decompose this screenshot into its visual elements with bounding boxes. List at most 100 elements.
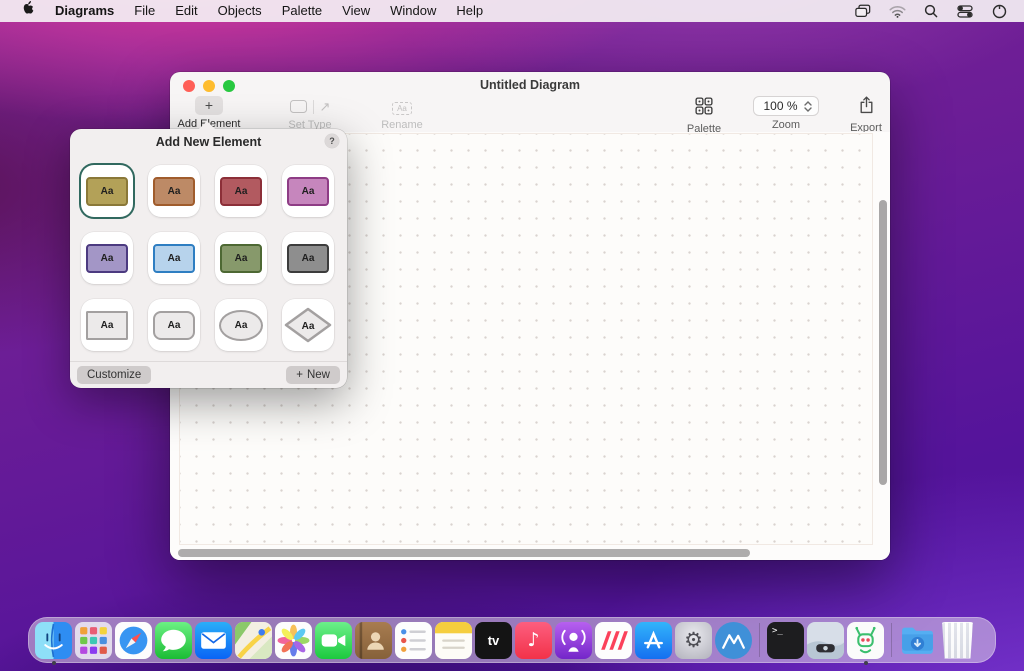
dock-podcasts-icon[interactable]	[555, 622, 592, 659]
dock-finder-icon[interactable]	[35, 622, 72, 659]
new-button[interactable]: + New	[286, 366, 340, 384]
rename-aa-icon: Aa	[392, 102, 412, 115]
menu-help[interactable]: Help	[446, 0, 493, 22]
style-swatch: Aa	[86, 177, 128, 206]
style-swatch: Aa	[86, 244, 128, 273]
zoom-stepper[interactable]	[804, 101, 812, 112]
shape-card-rectangle[interactable]: Aa	[81, 299, 133, 351]
running-indicator	[864, 661, 868, 665]
rename-label: Rename	[362, 119, 442, 131]
search-icon[interactable]	[918, 2, 944, 20]
divider	[313, 100, 314, 114]
dock-robot-app-icon[interactable]	[847, 622, 884, 659]
menu-objects[interactable]: Objects	[208, 0, 272, 22]
gear-glyph: ⚙	[684, 628, 703, 652]
style-card-purple[interactable]: Aa	[81, 232, 133, 284]
shape-card-rounded-rectangle[interactable]: Aa	[148, 299, 200, 351]
menu-palette[interactable]: Palette	[272, 0, 332, 22]
minimize-button[interactable]	[203, 80, 215, 92]
rectangle-shape: Aa	[86, 311, 128, 340]
rounded-rectangle-shape: Aa	[153, 311, 195, 340]
zoom-label: Zoom	[736, 119, 836, 131]
tv-glyph: tv	[488, 633, 500, 648]
dock-trash-icon[interactable]	[939, 622, 976, 659]
share-icon	[859, 96, 874, 114]
style-swatch: Aa	[220, 177, 262, 206]
style-card-magenta[interactable]: Aa	[282, 165, 334, 217]
apple-menu[interactable]	[12, 0, 45, 22]
dock-separator	[891, 623, 892, 657]
assign-arrow-icon: ↗	[320, 99, 331, 114]
dock-photos-icon[interactable]	[275, 622, 312, 659]
dock: tv ♪ ⚙ >_	[28, 617, 996, 663]
palette-grid-icon	[695, 97, 713, 115]
dock-messages-icon[interactable]	[155, 622, 192, 659]
wifi-icon[interactable]	[884, 2, 910, 20]
dock-diagrams-icon[interactable]	[715, 622, 752, 659]
control-center-icon[interactable]	[952, 2, 978, 20]
dock-facetime-icon[interactable]	[315, 622, 352, 659]
rename-button[interactable]: Aa Rename	[362, 98, 442, 131]
window-controls	[183, 80, 235, 92]
running-indicator	[52, 661, 56, 665]
dock-launchpad-icon[interactable]	[75, 622, 112, 659]
style-card-red[interactable]: Aa	[215, 165, 267, 217]
style-swatch: Aa	[287, 177, 329, 206]
new-button-label: New	[307, 369, 330, 381]
dock-music-icon[interactable]: ♪	[515, 622, 552, 659]
zoom-window-button[interactable]	[223, 80, 235, 92]
style-swatch: Aa	[287, 244, 329, 273]
dock-downloads-icon[interactable]	[899, 622, 936, 659]
style-card-green[interactable]: Aa	[215, 232, 267, 284]
style-card-blue[interactable]: Aa	[148, 232, 200, 284]
menu-app-name[interactable]: Diagrams	[45, 0, 124, 22]
plus-icon: +	[296, 369, 303, 381]
shape-card-ellipse[interactable]: Aa	[215, 299, 267, 351]
style-card-olive[interactable]: Aa	[81, 165, 133, 217]
dock-notes-icon[interactable]	[435, 622, 472, 659]
dock-terminal-icon[interactable]: >_	[767, 622, 804, 659]
menu-file[interactable]: File	[124, 0, 165, 22]
style-card-brown[interactable]: Aa	[148, 165, 200, 217]
chevron-down-icon	[804, 107, 812, 112]
ellipse-shape: Aa	[219, 310, 263, 341]
music-note-glyph: ♪	[527, 629, 539, 651]
window-title: Untitled Diagram	[170, 78, 890, 92]
apple-icon	[22, 0, 35, 15]
style-card-gray[interactable]: Aa	[282, 232, 334, 284]
desktop: Diagrams File Edit Objects Palette View …	[0, 0, 1024, 671]
downloads-folder-icon	[899, 622, 936, 659]
popover-footer: Customize + New	[70, 361, 347, 388]
window-stack-icon[interactable]	[850, 2, 876, 20]
close-button[interactable]	[183, 80, 195, 92]
vertical-scrollbar[interactable]	[879, 200, 887, 485]
dock-app-store-icon[interactable]	[635, 622, 672, 659]
shape-outline-icon	[290, 100, 307, 113]
help-button[interactable]: ?	[325, 134, 339, 148]
dock-contacts-icon[interactable]	[355, 622, 392, 659]
chevron-up-icon	[804, 101, 812, 106]
dock-safari-icon[interactable]	[115, 622, 152, 659]
zoom-value: 100 %	[763, 99, 797, 113]
dock-mail-icon[interactable]	[195, 622, 232, 659]
menu-edit[interactable]: Edit	[165, 0, 207, 22]
dock-screenshot-icon[interactable]	[807, 622, 844, 659]
palette-button[interactable]: Palette	[664, 97, 744, 135]
add-new-element-popover: Add New Element ? Aa Aa Aa Aa Aa Aa Aa A…	[70, 129, 347, 388]
set-type-button[interactable]: ↗ Set Type	[265, 98, 355, 131]
dock-maps-icon[interactable]	[235, 622, 272, 659]
horizontal-scrollbar[interactable]	[178, 549, 750, 557]
menu-window[interactable]: Window	[380, 0, 446, 22]
status-circle-icon[interactable]	[986, 2, 1012, 20]
dock-system-preferences-icon[interactable]: ⚙	[675, 622, 712, 659]
plus-icon[interactable]: +	[195, 96, 223, 115]
export-button[interactable]: Export	[826, 96, 890, 134]
menu-view[interactable]: View	[332, 0, 380, 22]
customize-button[interactable]: Customize	[77, 366, 151, 384]
dock-news-icon[interactable]	[595, 622, 632, 659]
dock-tv-icon[interactable]: tv	[475, 622, 512, 659]
style-swatch: Aa	[153, 244, 195, 273]
dock-reminders-icon[interactable]	[395, 622, 432, 659]
zoom-control[interactable]: 100 % Zoom	[736, 96, 836, 131]
shape-card-diamond[interactable]: Aa	[282, 299, 334, 351]
